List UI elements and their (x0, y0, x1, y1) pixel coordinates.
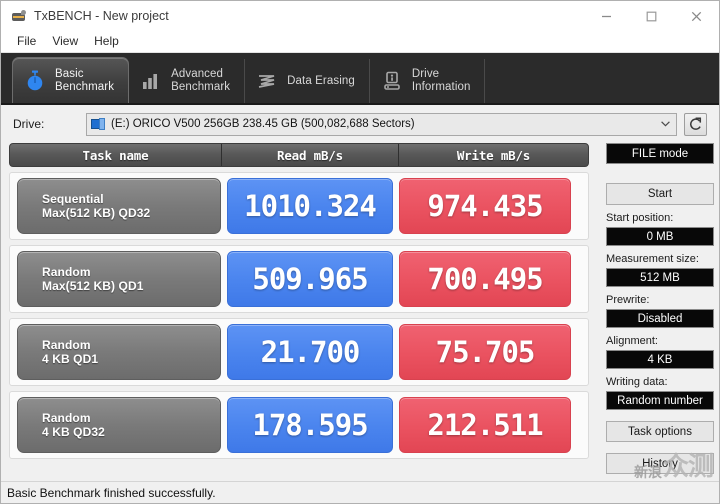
task-line-1: Random (42, 411, 91, 425)
alignment-value[interactable]: 4 KB (606, 350, 714, 369)
maximize-icon[interactable] (629, 1, 674, 31)
column-header-read: Read mB/s (222, 144, 399, 166)
task-name-cell: Random 4 KB QD32 (17, 397, 221, 453)
window-controls (584, 1, 719, 31)
table-row[interactable]: Sequential Max(512 KB) QD32 1010.324 974… (9, 172, 589, 240)
start-position-value[interactable]: 0 MB (606, 227, 714, 246)
start-button[interactable]: Start (606, 183, 714, 205)
writing-data-label: Writing data: (606, 376, 668, 388)
statusbar: Basic Benchmark finished successfully. (1, 481, 719, 503)
tabstrip: Basic Benchmark Advanced Benchmark Data … (1, 53, 719, 105)
main-content: Task name Read mB/s Write mB/s Sequentia… (1, 143, 719, 474)
drive-selector-row: Drive: (E:) ORICO V500 256GB 238.45 GB (… (1, 105, 719, 143)
eraser-waves-icon (256, 69, 278, 93)
read-value: 21.700 (227, 324, 393, 380)
bar-chart-icon (140, 69, 162, 93)
write-value: 700.495 (399, 251, 571, 307)
writing-data-value[interactable]: Random number (606, 391, 714, 410)
disk-drive-icon (91, 117, 106, 131)
alignment-label: Alignment: (606, 335, 658, 347)
menu-help[interactable]: Help (87, 32, 128, 51)
column-header-write: Write mB/s (456, 147, 531, 163)
results-panel: Task name Read mB/s Write mB/s Sequentia… (9, 143, 589, 473)
task-line-1: Sequential (42, 192, 104, 206)
drive-label: Drive: (13, 117, 45, 131)
drive-select[interactable]: (E:) ORICO V500 256GB 238.45 GB (500,082… (86, 112, 677, 136)
tab-drive-information[interactable]: Drive Information (370, 59, 486, 103)
titlebar: TxBENCH - New project (1, 1, 719, 31)
tab-label: Drive Information (411, 68, 471, 93)
refresh-icon[interactable] (684, 112, 707, 136)
table-row[interactable]: Random Max(512 KB) QD1 509.965 700.495 (9, 245, 589, 313)
menubar: File View Help (1, 31, 719, 53)
measurement-size-value[interactable]: 512 MB (606, 268, 714, 287)
task-line-2: 4 KB QD1 (42, 352, 99, 366)
read-value: 509.965 (227, 251, 393, 307)
column-header-task: Task name (10, 144, 222, 166)
prewrite-value[interactable]: Disabled (606, 309, 714, 328)
menu-view[interactable]: View (45, 32, 87, 51)
drive-selected-value: (E:) ORICO V500 256GB 238.45 GB (500,082… (111, 118, 415, 130)
window-title: TxBENCH - New project (34, 9, 169, 23)
start-position-label: Start position: (606, 212, 674, 224)
table-row[interactable]: Random 4 KB QD32 178.595 212.511 (9, 391, 589, 459)
file-mode-button[interactable]: FILE mode (606, 143, 714, 164)
close-icon[interactable] (674, 1, 719, 31)
tab-label: Advanced Benchmark (171, 68, 231, 93)
tab-basic-benchmark[interactable]: Basic Benchmark (12, 57, 130, 103)
history-button[interactable]: History (606, 453, 714, 474)
status-message: Basic Benchmark finished successfully. (7, 485, 216, 500)
task-line-1: Random (42, 338, 91, 352)
table-row[interactable]: Random 4 KB QD1 21.700 75.705 (9, 318, 589, 386)
tab-label: Basic Benchmark (55, 67, 115, 93)
write-value: 974.435 (399, 178, 571, 234)
txbench-app-icon (11, 8, 27, 24)
drive-info-icon (381, 69, 403, 93)
prewrite-label: Prewrite: (606, 294, 650, 306)
tab-label: Data Erasing (287, 74, 355, 87)
options-sidebar: FILE mode Start Start position: 0 MB Mea… (606, 143, 719, 474)
task-name-cell: Random Max(512 KB) QD1 (17, 251, 221, 307)
task-line-2: Max(512 KB) QD32 (42, 206, 151, 220)
tab-advanced-benchmark[interactable]: Advanced Benchmark (129, 59, 246, 103)
measurement-size-label: Measurement size: (606, 253, 699, 265)
task-name-cell: Sequential Max(512 KB) QD32 (17, 178, 221, 234)
read-value: 1010.324 (227, 178, 393, 234)
task-line-2: 4 KB QD32 (42, 425, 105, 439)
tab-data-erasing[interactable]: Data Erasing (245, 59, 370, 103)
chevron-down-icon (657, 121, 674, 127)
write-value: 212.511 (399, 397, 571, 453)
results-header: Task name Read mB/s Write mB/s (9, 143, 589, 167)
txbench-window: TxBENCH - New project File View Help Bas… (0, 0, 720, 504)
task-options-button[interactable]: Task options (606, 421, 714, 442)
read-value: 178.595 (227, 397, 393, 453)
stopwatch-icon (24, 69, 46, 93)
task-name-cell: Random 4 KB QD1 (17, 324, 221, 380)
task-line-1: Random (42, 265, 91, 279)
task-line-2: Max(512 KB) QD1 (42, 279, 144, 293)
write-value: 75.705 (399, 324, 571, 380)
menu-file[interactable]: File (10, 32, 45, 51)
minimize-icon[interactable] (584, 1, 629, 31)
